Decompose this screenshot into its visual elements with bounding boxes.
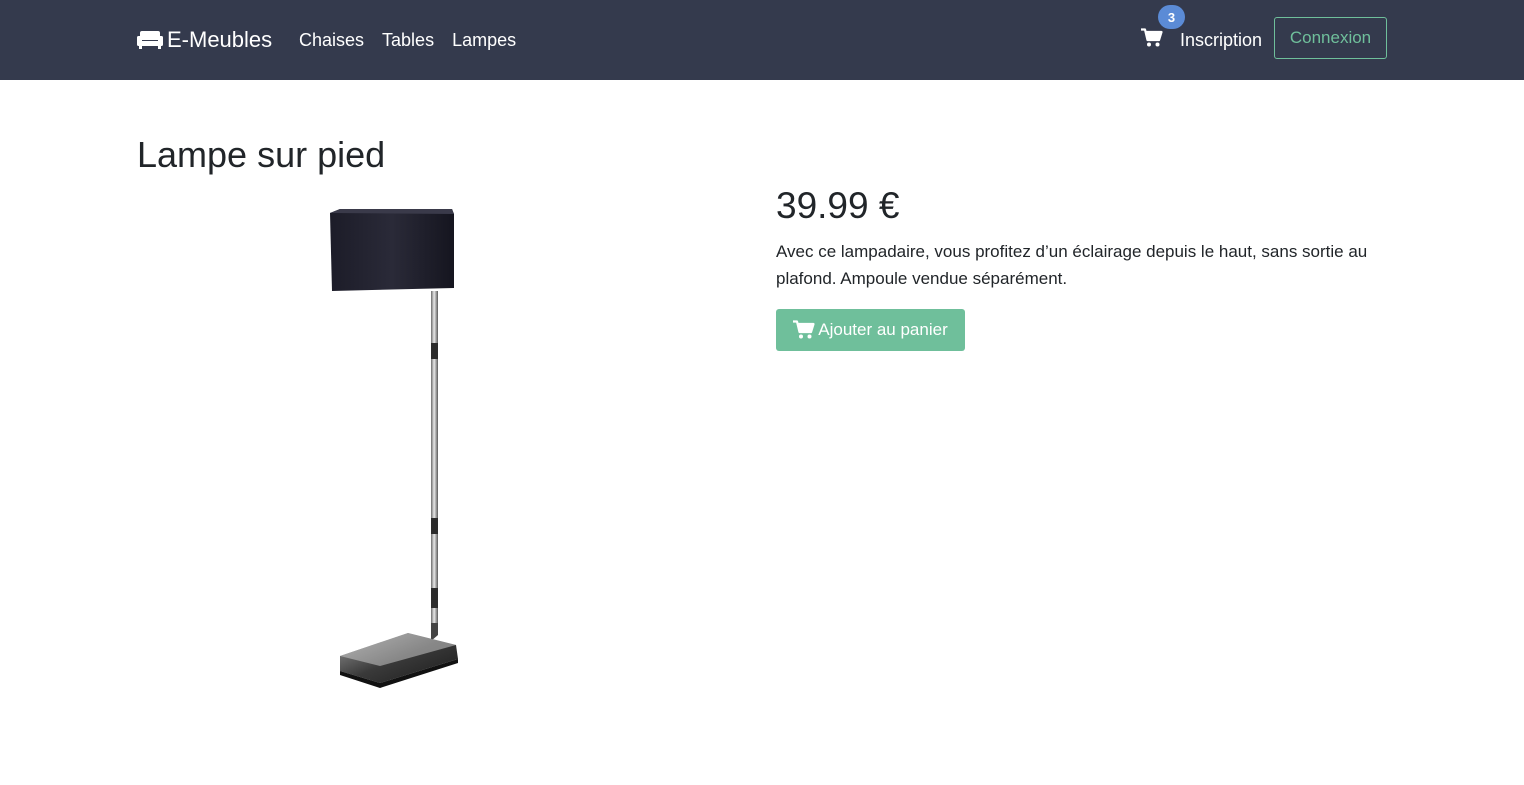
brand-name: E-Meubles [167, 27, 273, 52]
cart-link[interactable] [1141, 28, 1165, 52]
brand-link[interactable]: E-Meubles [137, 25, 272, 55]
navbar: E-Meubles Chaises Tables Lampes 3 Inscri… [0, 0, 1524, 80]
product-title: Lampe sur pied [137, 134, 386, 175]
add-to-cart-button[interactable]: Ajouter au panier [776, 309, 965, 351]
cart-count-badge: 3 [1158, 5, 1185, 29]
signup-link[interactable]: Inscription [1180, 28, 1262, 52]
couch-icon [137, 31, 163, 49]
nav-links: Chaises Tables Lampes [299, 28, 516, 52]
cart-icon [1141, 28, 1163, 47]
product-price: 39.99 € [776, 185, 900, 226]
login-button[interactable]: Connexion [1274, 17, 1387, 59]
nav-link-tables[interactable]: Tables [382, 28, 434, 52]
nav-link-chaises[interactable]: Chaises [299, 28, 364, 52]
product-description: Avec ce lampadaire, vous profitez d’un é… [776, 242, 1368, 288]
nav-link-lampes[interactable]: Lampes [452, 28, 516, 52]
cart-icon [793, 320, 815, 339]
add-to-cart-label: Ajouter au panier [818, 320, 948, 339]
floor-lamp-image [330, 209, 458, 688]
